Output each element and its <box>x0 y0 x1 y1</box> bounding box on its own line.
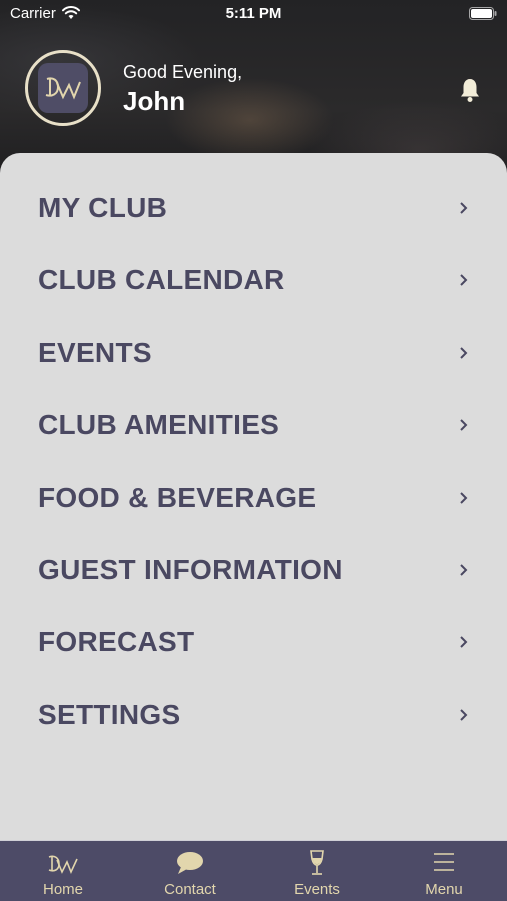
menu-item-forecast[interactable]: FORECAST <box>0 612 507 672</box>
menu-item-label: FORECAST <box>38 626 195 657</box>
chevron-right-icon <box>460 636 468 648</box>
menu-item-my-club[interactable]: MY CLUB <box>0 178 507 238</box>
chevron-right-icon <box>460 709 468 721</box>
wine-glass-icon <box>310 850 324 875</box>
chat-bubble-icon <box>177 852 203 874</box>
tab-events[interactable]: Events <box>254 841 380 901</box>
menu-item-club-amenities[interactable]: CLUB AMENITIES <box>0 395 507 455</box>
dw-logo-icon <box>48 855 78 875</box>
user-name: John <box>123 86 186 116</box>
menu-panel: MY CLUB CLUB CALENDAR EVENTS CLUB AMENIT… <box>0 153 507 853</box>
battery-icon <box>469 7 497 20</box>
menu-item-label: GUEST INFORMATION <box>38 554 343 585</box>
chevron-right-icon <box>460 202 468 214</box>
menu-item-label: SETTINGS <box>38 699 181 730</box>
menu-item-label: FOOD & BEVERAGE <box>38 482 317 513</box>
status-bar: Carrier 5:11 PM <box>0 0 507 28</box>
tab-contact[interactable]: Contact <box>127 841 253 901</box>
menu-item-label: MY CLUB <box>38 192 168 223</box>
status-time: 5:11 PM <box>225 5 282 22</box>
dw-logo-icon <box>38 63 88 113</box>
tab-label: Events <box>294 881 340 898</box>
tab-home[interactable]: Home <box>0 841 126 901</box>
club-logo-avatar[interactable] <box>25 50 101 126</box>
menu-item-club-calendar[interactable]: CLUB CALENDAR <box>0 250 507 310</box>
chevron-right-icon <box>460 492 468 504</box>
tab-menu[interactable]: Menu <box>381 841 507 901</box>
tab-label: Home <box>42 881 83 898</box>
menu-item-guest-information[interactable]: GUEST INFORMATION <box>0 540 507 600</box>
tab-label: Menu <box>425 881 463 898</box>
menu-item-label: CLUB CALENDAR <box>38 264 285 295</box>
menu-item-food-beverage[interactable]: FOOD & BEVERAGE <box>0 468 507 528</box>
chevron-right-icon <box>460 419 468 431</box>
greeting-text: Good Evening, <box>123 62 243 82</box>
tab-bar: Home Contact Events Menu <box>0 840 507 901</box>
menu-item-label: EVENTS <box>38 337 152 368</box>
menu-item-label: CLUB AMENITIES <box>38 409 280 440</box>
bell-icon[interactable] <box>459 77 481 103</box>
tab-label: Contact <box>164 881 216 898</box>
menu-item-settings[interactable]: SETTINGS <box>0 685 507 745</box>
chevron-right-icon <box>460 564 468 576</box>
chevron-right-icon <box>460 347 468 359</box>
hamburger-icon <box>434 853 454 871</box>
chevron-right-icon <box>460 274 468 286</box>
menu-item-events[interactable]: EVENTS <box>0 323 507 383</box>
